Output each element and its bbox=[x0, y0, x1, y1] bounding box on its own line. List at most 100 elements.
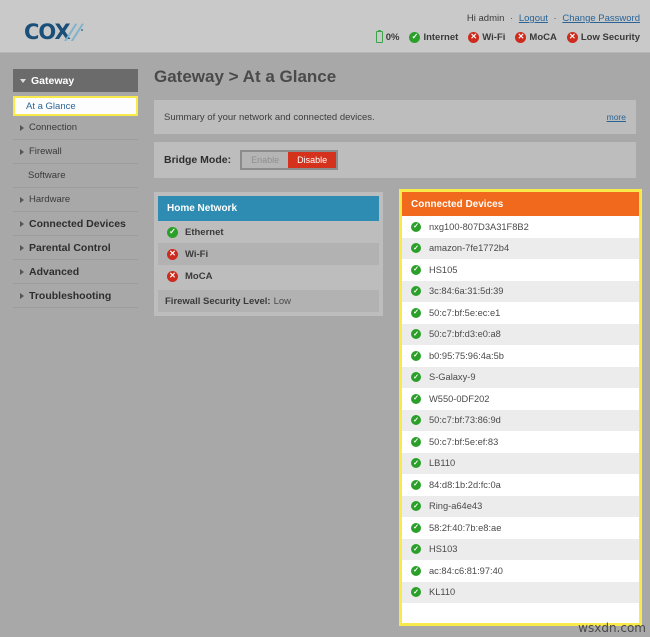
check-circle-icon: ✓ bbox=[411, 522, 421, 533]
status-wifi: ✕ Wi-Fi bbox=[468, 31, 506, 43]
device-row[interactable]: ✓ nxg100-807D3A31F8B2 bbox=[402, 216, 639, 238]
check-circle-icon: ✓ bbox=[411, 544, 421, 555]
x-circle-icon: ✕ bbox=[167, 248, 178, 260]
status-internet: ✓ Internet bbox=[409, 31, 458, 43]
chevron-right-icon bbox=[20, 292, 24, 299]
cox-logo-text: COX bbox=[24, 20, 71, 44]
home-network-row-ethernet-label: Ethernet bbox=[185, 226, 224, 238]
bridge-mode-label: Bridge Mode: bbox=[164, 154, 232, 166]
sidebar-item-software-label: Software bbox=[28, 170, 66, 181]
device-name: 3c:84:6a:31:5d:39 bbox=[429, 286, 504, 297]
sidebar-item-connected-devices[interactable]: Connected Devices bbox=[13, 212, 138, 236]
check-circle-icon: ✓ bbox=[411, 479, 421, 490]
bridge-disable-button[interactable]: Disable bbox=[288, 151, 337, 169]
sidebar-item-troubleshooting[interactable]: Troubleshooting bbox=[13, 284, 138, 308]
home-network-row-ethernet[interactable]: ✓ Ethernet bbox=[158, 221, 379, 243]
check-circle-icon: ✓ bbox=[411, 587, 421, 598]
status-moca: ✕ MoCA bbox=[515, 31, 557, 43]
device-row[interactable]: ✓ 50:c7:bf:d3:e0:a8 bbox=[402, 323, 639, 345]
device-name: b0:95:75:96:4a:5b bbox=[429, 350, 504, 361]
change-password-link[interactable]: Change Password bbox=[562, 13, 640, 24]
device-row[interactable]: ✓ amazon-7fe1772b4 bbox=[402, 237, 639, 259]
check-circle-icon: ✓ bbox=[167, 226, 178, 238]
home-network-row-wifi-label: Wi-Fi bbox=[185, 248, 209, 260]
sidebar-item-hardware[interactable]: Hardware bbox=[13, 188, 138, 212]
sidebar-item-troubleshooting-label: Troubleshooting bbox=[29, 289, 112, 302]
battery-percent-label: 0% bbox=[385, 31, 400, 43]
sidebar-item-advanced-label: Advanced bbox=[29, 265, 80, 278]
status-indicator-bar: 0% ✓ Internet ✕ Wi-Fi ✕ MoCA ✕ Low Secur… bbox=[371, 29, 640, 43]
firewall-security-level-value: Low bbox=[273, 295, 292, 307]
connected-devices-title: Connected Devices bbox=[411, 198, 504, 210]
check-circle-icon: ✓ bbox=[411, 415, 421, 426]
device-row[interactable]: ✓ W550-0DF202 bbox=[402, 388, 639, 410]
device-name: HS105 bbox=[429, 264, 458, 275]
sidebar-item-software[interactable]: Software bbox=[13, 164, 138, 188]
sidebar-item-connection-label: Connection bbox=[29, 122, 78, 133]
device-row[interactable]: ✓ HS103 bbox=[402, 538, 639, 560]
check-circle-icon: ✓ bbox=[411, 286, 421, 297]
device-name: 50:c7:bf:5e:ef:83 bbox=[429, 436, 499, 447]
device-name: 84:d8:1b:2d:fc:0a bbox=[429, 479, 501, 490]
device-row[interactable]: ✓ KL110 bbox=[402, 581, 639, 603]
battery-status: 0% bbox=[375, 29, 400, 43]
sidebar-item-parental-control[interactable]: Parental Control bbox=[13, 236, 138, 260]
device-row[interactable]: ✓ 50:c7:bf:5e:ec:e1 bbox=[402, 302, 639, 324]
connected-devices-card-header: Connected Devices bbox=[402, 192, 639, 216]
device-name: 50:c7:bf:5e:ec:e1 bbox=[429, 307, 501, 318]
more-link[interactable]: more bbox=[607, 112, 626, 122]
device-row[interactable]: ✓ LB110 bbox=[402, 452, 639, 474]
check-circle-icon: ✓ bbox=[411, 350, 421, 361]
sidebar-item-firewall[interactable]: Firewall bbox=[13, 140, 138, 164]
check-circle-icon: ✓ bbox=[411, 436, 421, 447]
device-name: W550-0DF202 bbox=[429, 393, 490, 404]
device-row[interactable]: ✓ b0:95:75:96:4a:5b bbox=[402, 345, 639, 367]
device-name: amazon-7fe1772b4 bbox=[429, 243, 510, 254]
chevron-down-icon bbox=[20, 79, 26, 83]
sidebar-nav: Gateway At a Glance Connection Firewall … bbox=[0, 54, 146, 637]
device-row[interactable]: ✓ Ring-a64e43 bbox=[402, 495, 639, 517]
sidebar-item-connected-devices-label: Connected Devices bbox=[29, 217, 126, 230]
status-wifi-label: Wi-Fi bbox=[482, 31, 506, 43]
device-row[interactable]: ✓ 50:c7:bf:73:86:9d bbox=[402, 409, 639, 431]
home-network-row-moca-label: MoCA bbox=[185, 270, 213, 282]
bridge-enable-button[interactable]: Enable bbox=[242, 151, 289, 169]
sidebar-item-advanced[interactable]: Advanced bbox=[13, 260, 138, 284]
logout-link[interactable]: Logout bbox=[519, 13, 548, 24]
device-row[interactable]: ✓ 50:c7:bf:5e:ef:83 bbox=[402, 431, 639, 453]
device-name: 58:2f:40:7b:e8:ae bbox=[429, 522, 502, 533]
device-name: S-Galaxy-9 bbox=[429, 372, 476, 383]
greeting-text: Hi admin bbox=[466, 13, 505, 24]
check-circle-icon: ✓ bbox=[411, 501, 421, 512]
link-separator-1: · bbox=[510, 13, 514, 24]
home-network-row-wifi[interactable]: ✕ Wi-Fi bbox=[158, 243, 379, 265]
device-name: KL110 bbox=[429, 587, 456, 598]
check-circle-icon: ✓ bbox=[411, 458, 421, 469]
status-security-label: Low Security bbox=[580, 31, 640, 43]
device-name: HS103 bbox=[429, 544, 458, 555]
device-row[interactable]: ✓ 58:2f:40:7b:e8:ae bbox=[402, 517, 639, 539]
check-circle-icon: ✓ bbox=[411, 565, 421, 576]
x-circle-icon: ✕ bbox=[167, 270, 178, 282]
watermark: wsxdn.com bbox=[578, 621, 646, 635]
sidebar-section-gateway[interactable]: Gateway bbox=[13, 69, 138, 92]
device-row[interactable]: ✓ ac:84:c6:81:97:40 bbox=[402, 560, 639, 582]
sidebar-item-at-a-glance[interactable]: At a Glance bbox=[13, 96, 138, 116]
firewall-security-level: Firewall Security Level: Low bbox=[158, 290, 379, 312]
summary-text: Summary of your network and connected de… bbox=[164, 111, 375, 123]
cox-logo[interactable]: COX//. bbox=[24, 20, 84, 44]
device-row[interactable]: ✓ HS105 bbox=[402, 259, 639, 281]
device-name: nxg100-807D3A31F8B2 bbox=[429, 221, 529, 232]
firewall-security-level-label: Firewall Security Level: bbox=[165, 295, 271, 307]
device-row[interactable]: ✓ 84:d8:1b:2d:fc:0a bbox=[402, 474, 639, 496]
page-title: Gateway > At a Glance bbox=[154, 67, 337, 86]
device-row[interactable]: ✓ 3c:84:6a:31:5d:39 bbox=[402, 280, 639, 302]
sidebar-item-connection[interactable]: Connection bbox=[13, 116, 138, 140]
x-circle-icon: ✕ bbox=[566, 31, 578, 43]
check-circle-icon: ✓ bbox=[411, 372, 421, 383]
sidebar-item-firewall-label: Firewall bbox=[29, 146, 62, 157]
device-row[interactable]: ✓ S-Galaxy-9 bbox=[402, 366, 639, 388]
bridge-mode-panel: Bridge Mode: Enable Disable bbox=[154, 142, 636, 178]
home-network-row-moca[interactable]: ✕ MoCA bbox=[158, 265, 379, 287]
home-network-card: Home Network ✓ Ethernet ✕ Wi-Fi ✕ MoCA F… bbox=[154, 192, 383, 316]
